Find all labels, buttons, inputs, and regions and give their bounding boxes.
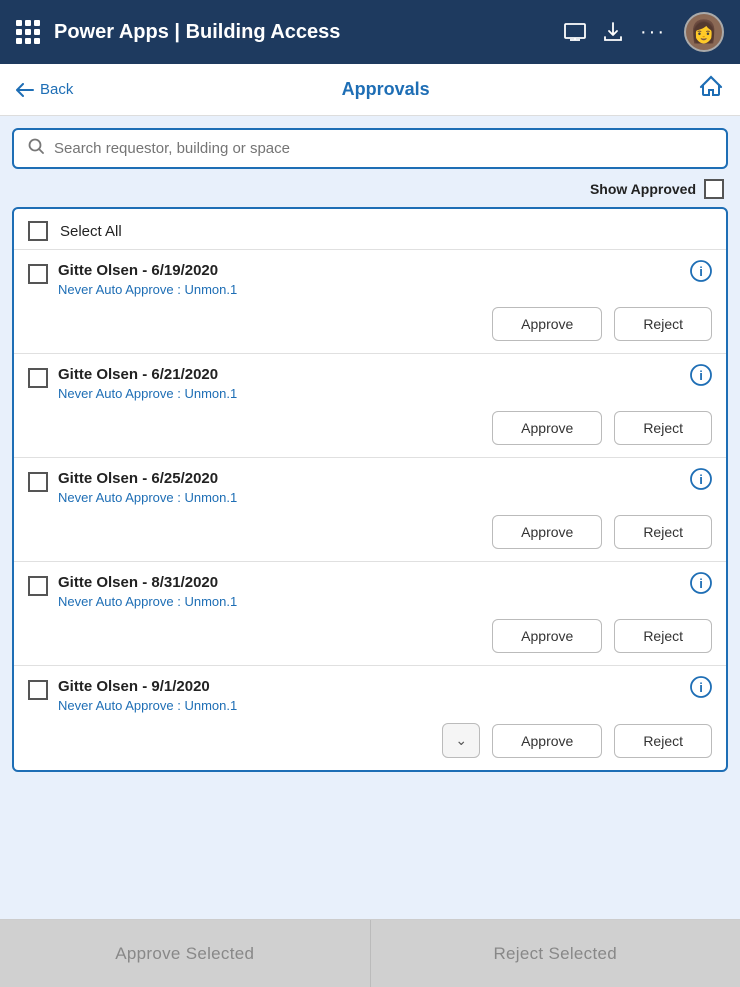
app-title: Power Apps | Building Access <box>54 21 550 44</box>
approval-item-4: Gitte Olsen - 9/1/2020 Never Auto Approv… <box>14 666 726 770</box>
approve-button-2[interactable]: Approve <box>492 515 602 549</box>
approval-actions-2: Approve Reject <box>28 515 712 549</box>
approval-checkbox-1[interactable] <box>28 368 48 388</box>
approval-name-date-3: Gitte Olsen - 8/31/2020 <box>58 574 680 591</box>
screen-icon[interactable] <box>564 23 586 41</box>
grid-icon[interactable] <box>16 20 40 44</box>
select-all-checkbox[interactable] <box>28 221 48 241</box>
select-all-row: Select All <box>14 209 726 250</box>
reject-button-1[interactable]: Reject <box>614 411 712 445</box>
nav-title: Approvals <box>73 79 698 100</box>
info-button-2[interactable]: i <box>690 468 712 496</box>
approve-button-3[interactable]: Approve <box>492 619 602 653</box>
reject-button-2[interactable]: Reject <box>614 515 712 549</box>
app-header: Power Apps | Building Access ··· 👩 <box>0 0 740 64</box>
header-icons: ··· 👩 <box>564 12 724 52</box>
home-button[interactable] <box>698 74 724 106</box>
avatar-image: 👩 <box>690 19 717 45</box>
approval-sub-2: Never Auto Approve : Unmon.1 <box>58 490 680 505</box>
approval-sub-4: Never Auto Approve : Unmon.1 <box>58 698 680 713</box>
svg-text:i: i <box>699 264 703 279</box>
search-input[interactable] <box>54 140 712 157</box>
search-icon <box>28 138 44 159</box>
avatar[interactable]: 👩 <box>684 12 724 52</box>
reject-button-4[interactable]: Reject <box>614 724 712 758</box>
approval-item-1: Gitte Olsen - 6/21/2020 Never Auto Appro… <box>14 354 726 458</box>
reject-button-3[interactable]: Reject <box>614 619 712 653</box>
nav-bar: Back Approvals <box>0 64 740 116</box>
approval-actions-0: Approve Reject <box>28 307 712 341</box>
back-button[interactable]: Back <box>16 81 73 98</box>
main-content: Show Approved Select All Gitte Olsen - 6… <box>0 116 740 919</box>
show-approved-row: Show Approved <box>12 179 728 199</box>
approval-actions-3: Approve Reject <box>28 619 712 653</box>
more-icon[interactable]: ··· <box>640 21 666 44</box>
reject-selected-button[interactable]: Reject Selected <box>371 920 740 987</box>
approval-checkbox-4[interactable] <box>28 680 48 700</box>
svg-text:i: i <box>699 576 703 591</box>
approvals-list: Select All Gitte Olsen - 6/19/2020 Never… <box>12 207 728 772</box>
approval-name-date-4: Gitte Olsen - 9/1/2020 <box>58 678 680 695</box>
approve-button-1[interactable]: Approve <box>492 411 602 445</box>
search-bar <box>12 128 728 169</box>
info-button-0[interactable]: i <box>690 260 712 288</box>
approval-name-date-1: Gitte Olsen - 6/21/2020 <box>58 366 680 383</box>
approval-name-date-0: Gitte Olsen - 6/19/2020 <box>58 262 680 279</box>
approval-item-2: Gitte Olsen - 6/25/2020 Never Auto Appro… <box>14 458 726 562</box>
approval-item-0: Gitte Olsen - 6/19/2020 Never Auto Appro… <box>14 250 726 354</box>
info-button-3[interactable]: i <box>690 572 712 600</box>
approval-checkbox-3[interactable] <box>28 576 48 596</box>
reject-button-0[interactable]: Reject <box>614 307 712 341</box>
approval-name-date-2: Gitte Olsen - 6/25/2020 <box>58 470 680 487</box>
approval-sub-0: Never Auto Approve : Unmon.1 <box>58 282 680 297</box>
download-icon[interactable] <box>604 22 622 42</box>
select-all-label: Select All <box>60 223 122 240</box>
approve-button-4[interactable]: Approve <box>492 724 602 758</box>
show-approved-checkbox[interactable] <box>704 179 724 199</box>
chevron-button-4[interactable]: ⌄ <box>442 723 480 758</box>
approval-actions-1: Approve Reject <box>28 411 712 445</box>
approve-button-0[interactable]: Approve <box>492 307 602 341</box>
approval-checkbox-2[interactable] <box>28 472 48 492</box>
approval-sub-3: Never Auto Approve : Unmon.1 <box>58 594 680 609</box>
svg-text:i: i <box>699 368 703 383</box>
info-button-4[interactable]: i <box>690 676 712 704</box>
show-approved-label: Show Approved <box>590 181 696 197</box>
approve-selected-button[interactable]: Approve Selected <box>0 920 371 987</box>
bottom-bar: Approve Selected Reject Selected <box>0 919 740 987</box>
approval-checkbox-0[interactable] <box>28 264 48 284</box>
info-button-1[interactable]: i <box>690 364 712 392</box>
approval-item-3: Gitte Olsen - 8/31/2020 Never Auto Appro… <box>14 562 726 666</box>
approval-actions-4: ⌄ Approve Reject <box>28 723 712 758</box>
svg-text:i: i <box>699 472 703 487</box>
approval-sub-1: Never Auto Approve : Unmon.1 <box>58 386 680 401</box>
svg-text:i: i <box>699 680 703 695</box>
